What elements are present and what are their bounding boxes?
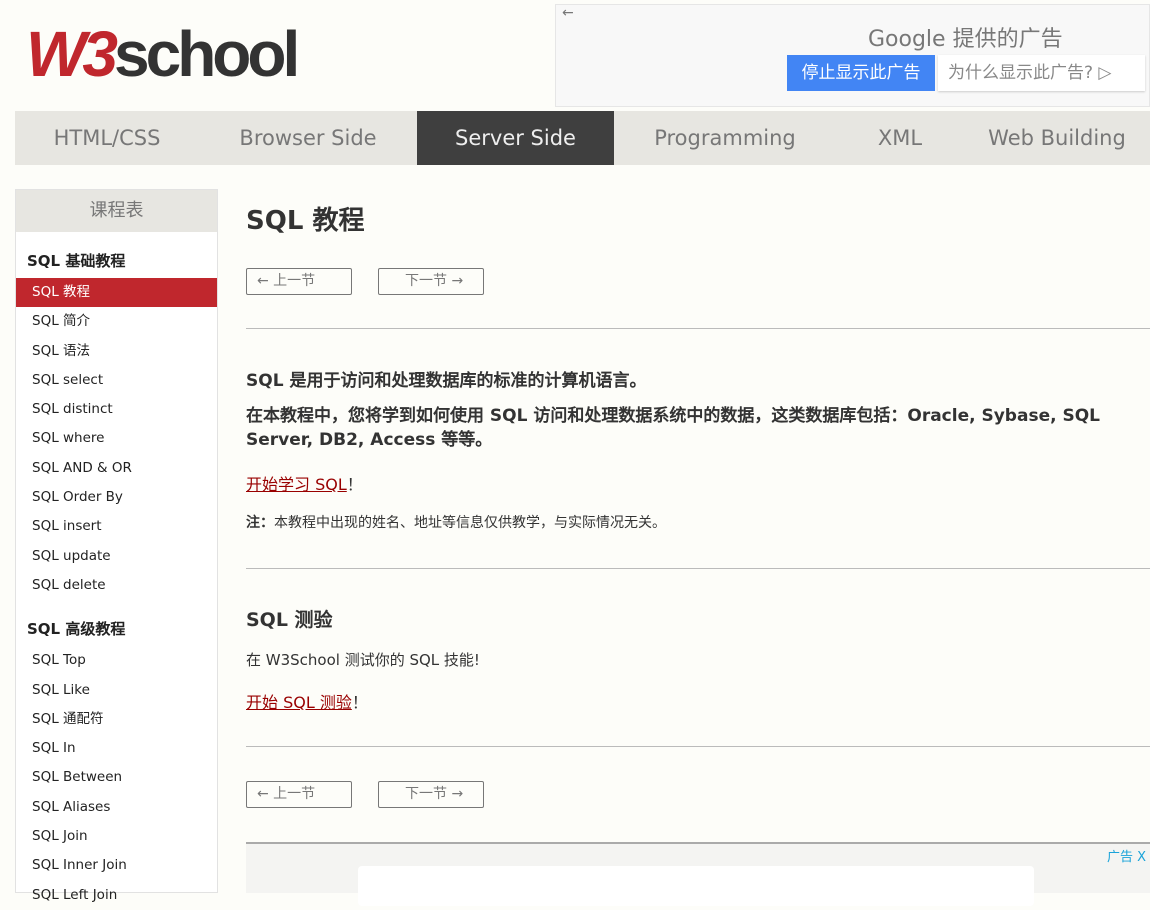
divider [246, 328, 1150, 329]
next-button-bottom[interactable]: 下一节 → [378, 781, 484, 808]
nav-xml[interactable]: XML [836, 111, 964, 165]
nav-web-building[interactable]: Web Building [964, 111, 1150, 165]
sidebar-item[interactable]: SQL Top [16, 646, 217, 675]
description-text: 在本教程中，您将学到如何使用 SQL 访问和处理数据系统中的数据，这类数据库包括… [246, 406, 1100, 450]
sidebar-item[interactable]: SQL 简介 [16, 307, 217, 336]
sidebar-item[interactable]: SQL where [16, 424, 217, 453]
logo-w3: W3 [26, 18, 118, 90]
sidebar-item[interactable]: SQL Between [16, 763, 217, 792]
nav-server-side[interactable]: Server Side [417, 111, 614, 165]
note-text: 本教程中出现的姓名、地址等信息仅供教学，与实际情况无关。 [274, 515, 666, 531]
divider [246, 746, 1150, 747]
sidebar-item[interactable]: SQL update [16, 542, 217, 571]
sidebar-section-advanced: SQL 高级教程 [27, 620, 126, 639]
logo-school: school [114, 18, 300, 90]
next-button[interactable]: 下一节 → [378, 268, 484, 295]
sidebar-item[interactable]: SQL select [16, 366, 217, 395]
ad-provider-label: Google 提供的广告 [868, 27, 1063, 52]
stop-ad-button[interactable]: 停止显示此广告 [787, 55, 935, 91]
nav-programming[interactable]: Programming [614, 111, 836, 165]
exclamation: ！ [346, 475, 363, 494]
w3school-logo[interactable]: W3school [26, 22, 300, 86]
sidebar-item[interactable]: SQL distinct [16, 395, 217, 424]
sidebar-item[interactable]: SQL In [16, 734, 217, 763]
exclamation: ！ [351, 693, 368, 712]
sidebar-item[interactable]: SQL delete [16, 571, 217, 600]
intro-text: SQL 是用于访问和处理数据库的标准的计算机语言。 [246, 371, 647, 391]
sidebar-item[interactable]: SQL Order By [16, 483, 217, 512]
page-title: SQL 教程 [246, 206, 365, 236]
divider [246, 568, 1150, 569]
prev-button-bottom[interactable]: ← 上一节 [246, 781, 352, 808]
nav-html-css[interactable]: HTML/CSS [15, 111, 199, 165]
sidebar-item[interactable]: SQL 语法 [16, 337, 217, 366]
start-learning-link[interactable]: 开始学习 SQL [246, 475, 347, 494]
sidebar-item[interactable]: SQL Like [16, 676, 217, 705]
quiz-heading: SQL 测验 [246, 609, 333, 631]
note-label: 注： [246, 515, 274, 531]
ad-close-label[interactable]: 广告 X [1107, 846, 1146, 865]
sidebar-item[interactable]: SQL insert [16, 512, 217, 541]
sidebar-item[interactable]: SQL Inner Join [16, 851, 217, 880]
sidebar-item[interactable]: SQL 教程 [16, 278, 217, 308]
sidebar-item[interactable]: SQL Aliases [16, 793, 217, 822]
google-ad-banner: ← Google 提供的广告 停止显示此广告 为什么显示此广告? ▷ [555, 4, 1150, 107]
ad-content [358, 866, 1034, 906]
prev-button[interactable]: ← 上一节 [246, 268, 352, 295]
top-nav: HTML/CSS Browser Side Server Side Progra… [15, 111, 1150, 165]
sidebar-header: 课程表 [16, 190, 217, 232]
quiz-text: 在 W3School 测试你的 SQL 技能! [246, 651, 480, 669]
sidebar: 课程表 SQL 基础教程 SQL 教程 SQL 简介 SQL 语法 SQL selec… [15, 189, 218, 903]
nav-browser-side[interactable]: Browser Side [199, 111, 417, 165]
why-ad-button[interactable]: 为什么显示此广告? ▷ [938, 55, 1145, 91]
back-arrow-icon[interactable]: ← [562, 5, 574, 21]
sidebar-section-basic: SQL 基础教程 [27, 252, 126, 270]
bottom-ad: 广告 X [246, 842, 1150, 906]
start-quiz-link[interactable]: 开始 SQL 测验 [246, 693, 352, 712]
sidebar-item[interactable]: SQL AND & OR [16, 454, 217, 483]
sidebar-item[interactable]: SQL Left Join [16, 881, 217, 910]
sidebar-item[interactable]: SQL Join [16, 822, 217, 851]
sidebar-item[interactable]: SQL 通配符 [16, 705, 217, 734]
